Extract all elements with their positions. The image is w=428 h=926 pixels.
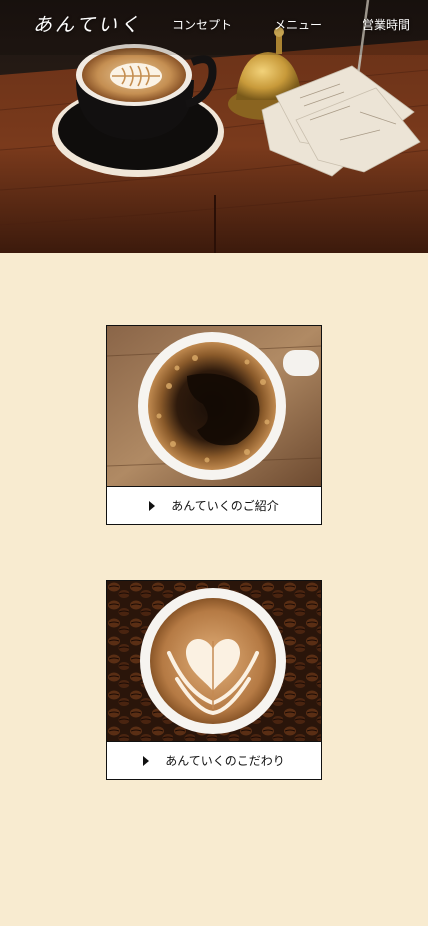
play-arrow-icon <box>143 755 150 766</box>
black-coffee-photo <box>107 326 321 486</box>
card-commitment-link[interactable]: あんていくのこだわり <box>107 741 321 779</box>
card-introduction[interactable]: あんていくのご紹介 <box>106 325 322 525</box>
card-introduction-label: あんていくのご紹介 <box>171 499 279 513</box>
latte-art-photo <box>107 581 321 741</box>
site-logo[interactable]: あんていく <box>33 10 142 37</box>
nav-link-hours[interactable]: 営業時間 <box>362 16 410 33</box>
site-nav: あんていく コンセプト メニュー 営業時間 <box>0 0 428 50</box>
card-commitment-label: あんていくのこだわり <box>165 754 285 768</box>
nav-link-menu[interactable]: メニュー <box>274 16 322 33</box>
card-introduction-link[interactable]: あんていくのご紹介 <box>107 486 321 524</box>
card-commitment[interactable]: あんていくのこだわり <box>106 580 322 780</box>
nav-link-concept[interactable]: コンセプト <box>172 16 232 33</box>
hero-banner: あんていく コンセプト メニュー 営業時間 <box>0 0 428 253</box>
play-arrow-icon <box>149 500 156 511</box>
